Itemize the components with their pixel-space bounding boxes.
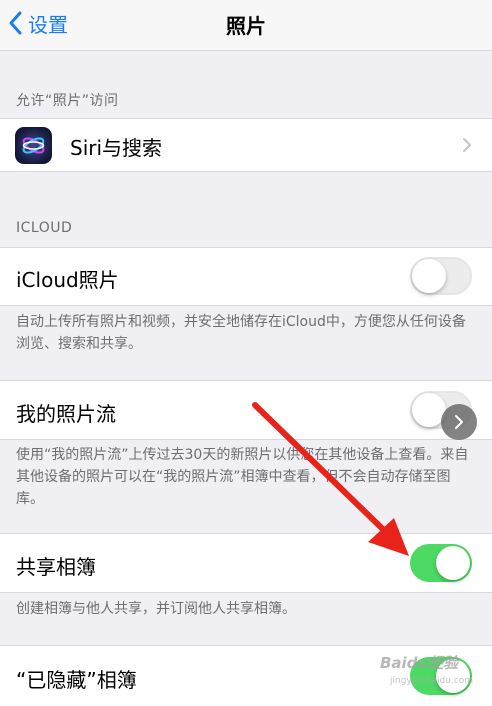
annotation-arrow-icon <box>252 402 409 556</box>
baidu-watermark-url: jingyan.baidu.com <box>390 676 474 686</box>
baidu-watermark: Baidu经验 <box>380 654 459 672</box>
